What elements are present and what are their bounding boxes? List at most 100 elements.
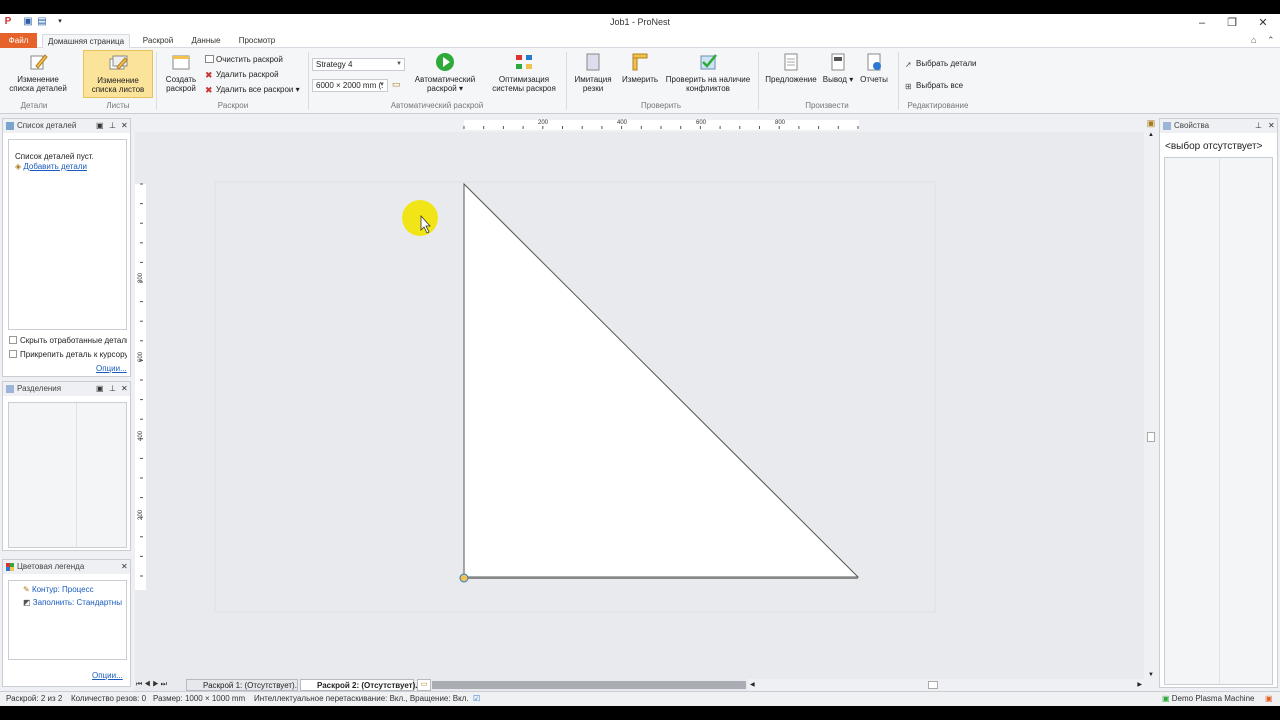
collapse-ribbon-icon[interactable]: ⌃ — [1267, 35, 1275, 46]
window-position-icon[interactable]: ▣ — [96, 119, 104, 133]
left-ruler — [135, 184, 146, 590]
tab-nest[interactable]: Раскрой — [138, 34, 178, 48]
auto-nest-button[interactable]: Автоматический раскрой ▾ — [410, 52, 480, 93]
tab-splitter[interactable] — [432, 681, 746, 689]
status-check-icon[interactable]: ☑ — [473, 694, 480, 703]
pin-icon[interactable]: ⊥ — [1255, 119, 1262, 133]
status-smart-drag[interactable]: Интеллектуальное перетаскивание: Вкл., В… — [254, 694, 469, 703]
legend-icon — [6, 563, 14, 571]
triangle-part[interactable] — [463, 182, 860, 578]
scroll-right-icon[interactable]: ▶ — [1137, 679, 1142, 691]
window-position-icon[interactable]: ▣ — [96, 382, 104, 396]
status-cuts: Количество резов: 0 — [71, 694, 147, 703]
sheet-tab-1[interactable]: Раскрой 1: (Отсутствует). — [186, 679, 298, 691]
scroll-up-icon[interactable]: ▲ — [1146, 132, 1156, 138]
clear-nest-button[interactable]: Очистить раскрой — [205, 54, 283, 65]
tab-data[interactable]: Данные — [186, 34, 226, 48]
scroll-left-icon[interactable]: ◀ — [750, 679, 755, 691]
delete-all-nests-button[interactable]: ✖ Удалить все раскрои ▾ — [205, 84, 300, 95]
close-icon[interactable]: ✕ — [1253, 16, 1273, 30]
ruler-label: 400 — [617, 120, 628, 126]
parts-list-header: Список деталей ▣ ⊥ ✕ — [3, 119, 130, 133]
properties-column-divider — [1219, 158, 1220, 684]
edit-parts-list-button[interactable]: Изменение списка деталей — [6, 52, 70, 93]
notification-icon[interactable]: ▣ — [1265, 694, 1273, 703]
simulate-icon — [586, 53, 600, 71]
legend-fill-item[interactable]: ◩ Заполнить: Стандартны — [23, 598, 122, 607]
delete-nest-button[interactable]: ✖ Удалить раскрой — [205, 69, 279, 80]
divisions-panel: Разделения ▣ ⊥ ✕ — [2, 381, 131, 551]
pin-icon[interactable]: ⊥ — [109, 119, 116, 133]
file-tab[interactable]: Файл — [0, 33, 37, 48]
horizontal-scrollbar[interactable]: ◀ ▶ — [748, 679, 1144, 691]
reports-icon — [867, 53, 881, 71]
edit-parts-icon — [30, 54, 48, 70]
document-icon — [784, 53, 798, 71]
sheet-size-select[interactable]: 6000 × 2000 mm (. ▼ — [312, 79, 388, 92]
parts-list-icon — [6, 122, 14, 130]
reports-button[interactable]: Отчеты — [856, 52, 892, 84]
clear-nest-icon — [205, 55, 214, 63]
attach-to-cursor-checkbox[interactable]: Прикрепить деталь к курсору — [9, 350, 127, 362]
proposal-button[interactable]: Предложение — [762, 52, 820, 84]
next-tab-icon[interactable]: ▶ — [152, 681, 158, 688]
properties-header: Свойства ⊥ ✕ — [1160, 119, 1277, 133]
ruler-label: 600 — [696, 120, 707, 126]
scroll-down-icon[interactable]: ▼ — [1146, 672, 1156, 678]
last-tab-icon[interactable]: ⏭ — [161, 681, 167, 688]
vertical-scrollbar[interactable]: ▲ ▼ — [1146, 132, 1156, 678]
strategy-select[interactable]: Strategy 4 ▼ — [312, 58, 405, 71]
restore-icon[interactable]: ❐ — [1222, 16, 1242, 30]
select-all-button[interactable]: ⊞ Выбрать все — [905, 80, 963, 91]
divisions-header: Разделения ▣ ⊥ ✕ — [3, 382, 130, 396]
create-nest-button[interactable]: Создать раскрой — [160, 52, 202, 93]
measure-button[interactable]: Измерить — [618, 52, 662, 84]
simulate-cutting-button[interactable]: Имитация резки — [570, 52, 616, 93]
prev-tab-icon[interactable]: ◀ — [144, 681, 150, 688]
nest-canvas[interactable]: 200 400 600 800 800 600 400 200 — [135, 120, 1144, 692]
machine-icon: ▣ — [1162, 694, 1172, 703]
ruler-label: 200 — [138, 509, 145, 521]
status-size: Размер: 1000 × 1000 mm — [153, 694, 246, 703]
legend-options-link[interactable]: Опции... — [92, 671, 123, 680]
divisions-list — [8, 402, 127, 548]
properties-selection: <выбор отсутствует> — [1165, 141, 1263, 152]
new-sheet-tab-icon[interactable]: ▭ — [417, 679, 431, 691]
pin-icon[interactable]: ⊥ — [109, 382, 116, 396]
minimize-icon[interactable]: – — [1192, 16, 1212, 30]
divisions-icon — [6, 385, 14, 393]
status-machine[interactable]: ▣ Demo Plasma Machine — [1162, 694, 1254, 703]
divisions-column-divider — [76, 403, 77, 547]
select-parts-button[interactable]: ➚ Выбрать детали — [905, 58, 976, 69]
first-tab-icon[interactable]: ⏮ — [136, 681, 142, 688]
check-conflicts-button[interactable]: Проверить на наличие конфликтов — [664, 52, 752, 93]
open-folder-icon[interactable]: ▭ — [392, 79, 404, 91]
close-panel-icon[interactable]: ✕ — [121, 560, 128, 574]
tab-navigation[interactable]: ⏮ ◀ ▶ ⏭ — [136, 679, 186, 691]
group-details-label: Детали — [20, 101, 48, 110]
tab-home[interactable]: Домашняя страница — [42, 34, 130, 48]
sheet-tab-2[interactable]: Раскрой 2: (Отсутствует). — [300, 679, 417, 691]
help-icon[interactable]: ⌂ — [1251, 35, 1256, 45]
close-panel-icon[interactable]: ✕ — [121, 382, 128, 396]
scroll-thumb[interactable] — [1147, 432, 1155, 442]
h-scroll-thumb[interactable] — [928, 681, 938, 689]
top-ruler-ticks — [463, 126, 859, 129]
close-panel-icon[interactable]: ✕ — [121, 119, 128, 133]
output-button[interactable]: Вывод ▾ — [822, 52, 854, 84]
color-legend-panel: Цветовая легенда ✕ ✎ Контур: Процесс ◩ З… — [2, 559, 131, 687]
properties-toggle-icon[interactable]: ▣ — [1144, 118, 1158, 132]
optimize-nesting-button[interactable]: Оптимизация системы раскроя — [488, 52, 560, 93]
group-sheets-label: Листы — [106, 101, 130, 110]
legend-contour-item[interactable]: ✎ Контур: Процесс — [23, 585, 94, 594]
close-panel-icon[interactable]: ✕ — [1268, 119, 1275, 133]
optimize-icon — [516, 55, 532, 69]
legend-list: ✎ Контур: Процесс ◩ Заполнить: Стандартн… — [8, 580, 127, 660]
ribbon-tabs: Файл Домашняя страница Раскрой Данные Пр… — [0, 32, 1280, 48]
edit-sheets-list-button[interactable]: Изменение списка листов — [83, 50, 153, 98]
add-parts-link[interactable]: ◈ Добавить детали — [15, 162, 87, 171]
delete-nest-icon: ✖ — [205, 70, 213, 80]
parts-options-link[interactable]: Опции... — [96, 364, 127, 373]
hide-finished-checkbox[interactable]: Скрыть отработанные детали — [9, 336, 127, 348]
tab-view[interactable]: Просмотр — [234, 34, 280, 48]
